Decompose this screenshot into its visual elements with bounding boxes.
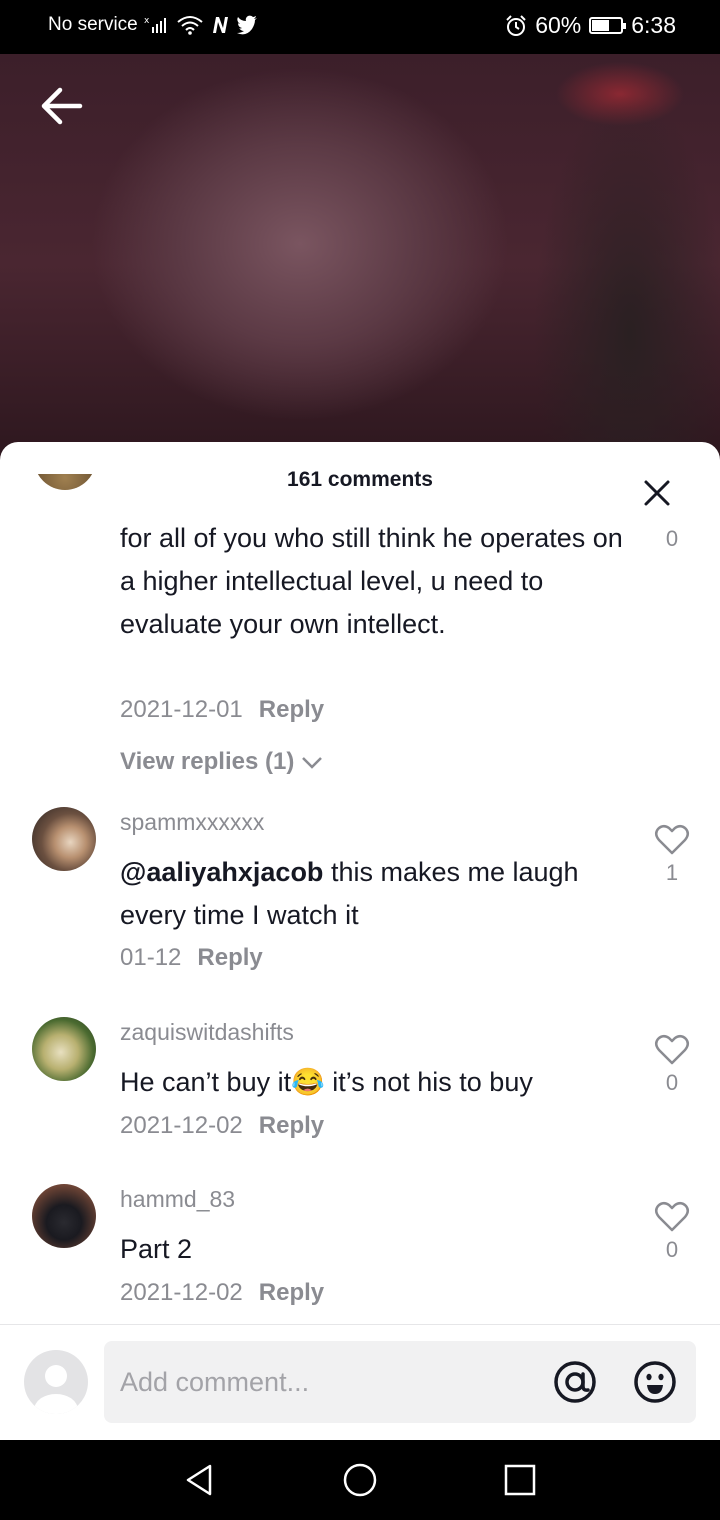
wifi-icon: [177, 16, 203, 35]
laughing-emoji: 😂: [291, 1067, 325, 1097]
avatar[interactable]: [32, 807, 96, 871]
svg-text:x: x: [144, 16, 150, 26]
comment-date: 2021-12-01: [120, 696, 243, 723]
comment-input[interactable]: [120, 1361, 540, 1403]
chevron-down-icon: [302, 757, 323, 769]
default-avatar-icon: [34, 1365, 78, 1414]
alarm-icon: [506, 14, 526, 36]
avatar[interactable]: [32, 1184, 96, 1248]
like-count: 0: [665, 1237, 679, 1262]
back-arrow-icon[interactable]: [38, 84, 86, 128]
comment-text: @aaliyahxjacob this makes me laugh every…: [120, 851, 625, 937]
comment-text: for all of you who still think he operat…: [120, 523, 623, 639]
heart-icon[interactable]: [654, 824, 690, 856]
username[interactable]: hammd_83: [120, 1186, 235, 1213]
comment-text-part: He can’t buy it: [120, 1067, 292, 1097]
view-replies-label: View replies (1): [120, 748, 295, 775]
heart-icon[interactable]: [654, 1201, 690, 1233]
status-left: No service x: [48, 14, 258, 36]
reply-button[interactable]: Reply: [197, 944, 262, 972]
like-count: 0: [665, 526, 679, 551]
like-count: 1: [665, 860, 679, 885]
clock: 6:38: [631, 12, 676, 38]
comment-text: Part 2: [120, 1234, 193, 1264]
comment-date: 01-12: [120, 944, 182, 971]
comment-date: 2021-12-02: [120, 1279, 243, 1306]
square-recents-icon[interactable]: [502, 1462, 538, 1498]
comment-meta: 2021-12-02 Reply: [120, 1279, 324, 1307]
reply-button[interactable]: Reply: [259, 1112, 324, 1140]
triangle-back-icon[interactable]: [182, 1462, 218, 1498]
avatar[interactable]: [32, 1017, 96, 1081]
comments-sheet: 161 comments for all of you who still th…: [0, 442, 720, 1440]
input-divider: [0, 1324, 720, 1325]
mention-link[interactable]: @aaliyahxjacob: [120, 857, 323, 887]
username[interactable]: spammxxxxxx: [120, 809, 264, 836]
emoji-icon[interactable]: [632, 1359, 678, 1405]
system-nav-bar: [0, 1440, 720, 1520]
status-bar: No service x 60% 6:38: [0, 0, 720, 54]
comment-text: He can’t buy it😂 it’s not his to buy: [120, 1061, 625, 1104]
comment-text-part: it’s not his to buy: [324, 1067, 533, 1097]
twitter-icon: [236, 15, 257, 35]
reply-button[interactable]: Reply: [259, 1279, 324, 1307]
comment-meta: 2021-12-01 Reply: [120, 696, 324, 724]
username[interactable]: zaquiswitdashifts: [120, 1019, 294, 1046]
user-avatar[interactable]: [24, 1350, 88, 1414]
video-player[interactable]: [0, 54, 720, 474]
comment-meta: 01-12 Reply: [120, 944, 263, 972]
circle-home-icon[interactable]: [342, 1462, 378, 1498]
battery-percent: 60%: [535, 12, 582, 38]
battery-icon: [589, 17, 627, 34]
comment-input-box: [104, 1341, 696, 1423]
battery-fill: [592, 20, 610, 31]
comment-meta: 2021-12-02 Reply: [120, 1112, 324, 1140]
close-icon[interactable]: [640, 476, 674, 510]
like-count: 0: [665, 1070, 679, 1095]
comment-date: 2021-12-02: [120, 1112, 243, 1139]
signal-icon: x: [144, 16, 166, 33]
notification-n-icon: [212, 17, 228, 33]
comments-count-title: 161 comments: [287, 468, 433, 491]
status-right: 60% 6:38: [505, 12, 676, 39]
view-replies-button[interactable]: View replies (1): [120, 748, 324, 776]
at-icon[interactable]: [552, 1359, 598, 1405]
carrier-text: No service: [48, 14, 138, 35]
reply-button[interactable]: Reply: [259, 696, 324, 724]
heart-icon[interactable]: [654, 1034, 690, 1066]
